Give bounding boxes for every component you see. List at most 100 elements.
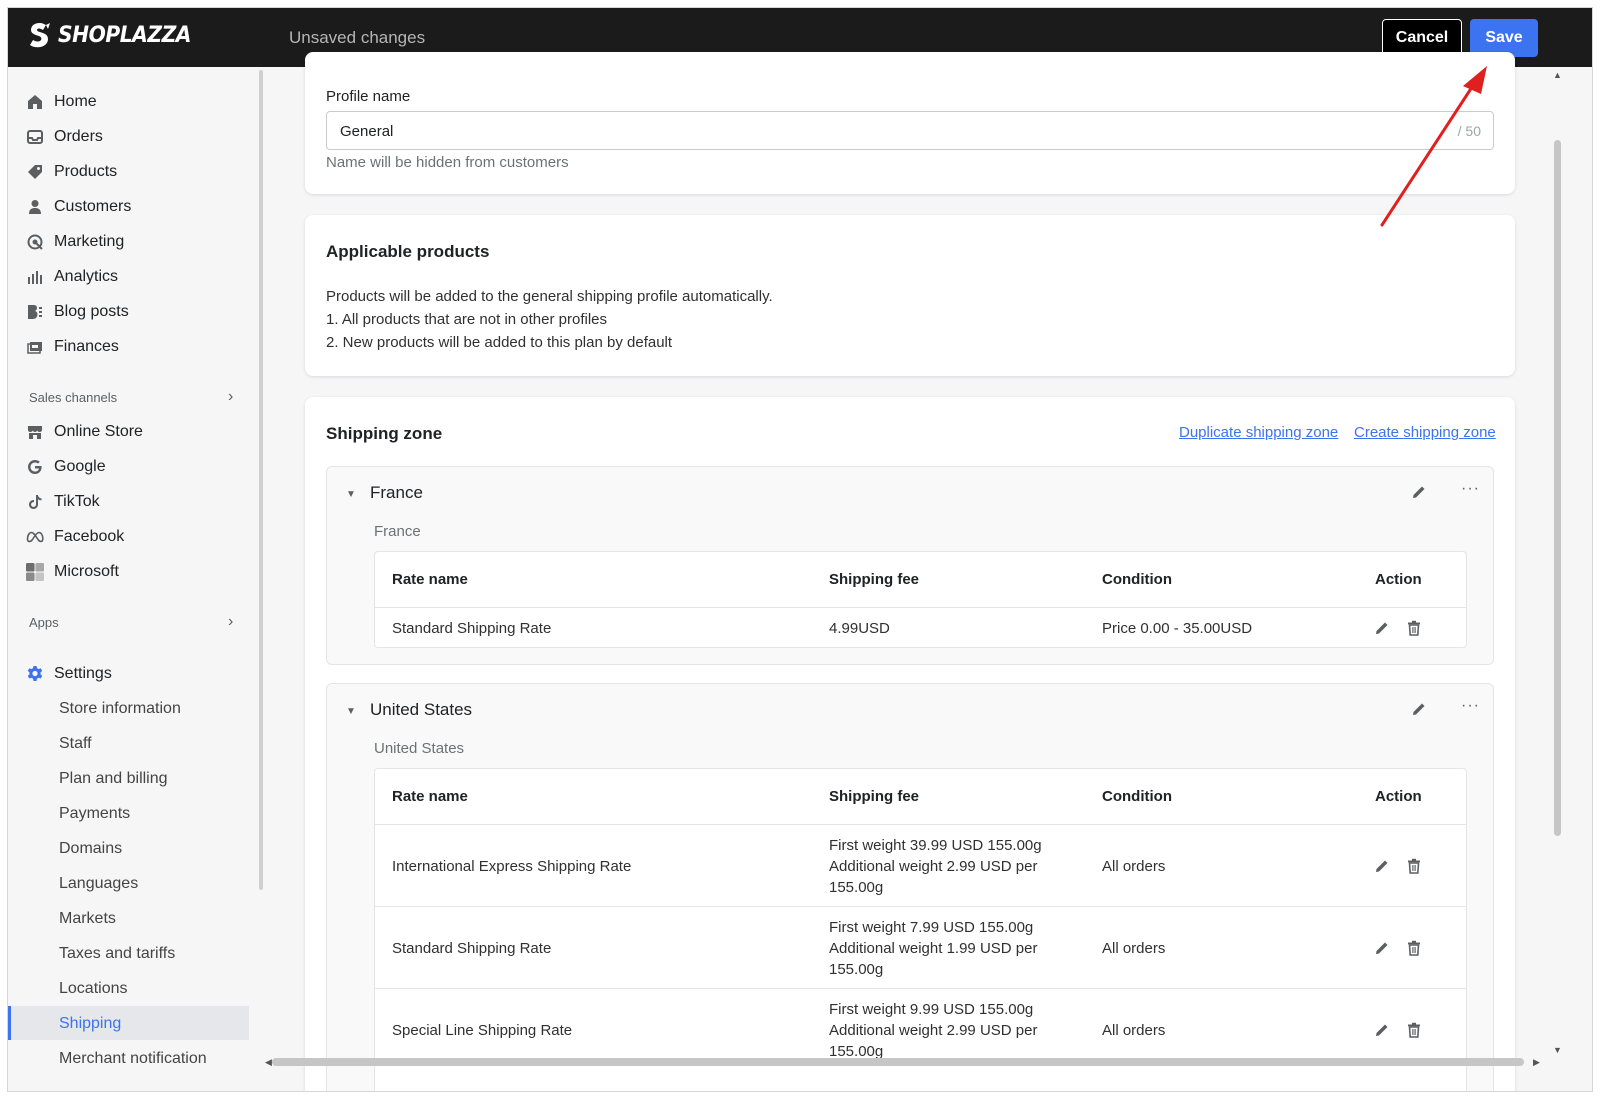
apps-heading[interactable]: Apps bbox=[29, 615, 59, 630]
sidebar-item-customers[interactable]: Customers bbox=[26, 193, 131, 221]
sidebar-item-label: Orders bbox=[54, 128, 103, 145]
profile-name-card: Profile name General / 50 Name will be h… bbox=[305, 52, 1515, 194]
inbox-icon bbox=[26, 128, 44, 146]
character-counter: / 50 bbox=[1457, 123, 1481, 139]
edit-rate-icon[interactable] bbox=[1374, 940, 1390, 956]
more-options-icon[interactable]: ··· bbox=[1461, 697, 1480, 715]
target-icon bbox=[26, 233, 44, 251]
sidebar-item-marketing[interactable]: Marketing bbox=[26, 228, 124, 256]
scroll-down-arrow-icon[interactable]: ▼ bbox=[1553, 1045, 1562, 1055]
profile-name-help: Name will be hidden from customers bbox=[326, 154, 569, 171]
tiktok-icon bbox=[26, 493, 44, 511]
sidebar-scrollbar[interactable] bbox=[259, 70, 263, 890]
chevron-right-icon[interactable]: › bbox=[228, 613, 233, 631]
sidebar-item-label: Blog posts bbox=[54, 303, 129, 320]
vertical-scrollbar[interactable] bbox=[1554, 140, 1561, 836]
caret-down-icon[interactable]: ▼ bbox=[346, 489, 356, 500]
more-options-icon[interactable]: ··· bbox=[1461, 480, 1480, 498]
settings-item-locations[interactable]: Locations bbox=[59, 980, 128, 998]
scroll-left-arrow-icon[interactable]: ◀ bbox=[265, 1057, 272, 1068]
table-row: International Express Shipping Rate Firs… bbox=[375, 824, 1466, 906]
settings-item-shipping[interactable]: Shipping bbox=[59, 1015, 121, 1033]
edit-rate-icon[interactable] bbox=[1374, 620, 1390, 636]
sidebar-item-settings[interactable]: Settings bbox=[26, 660, 112, 688]
delete-rate-icon[interactable] bbox=[1406, 1022, 1422, 1038]
delete-rate-icon[interactable] bbox=[1406, 858, 1422, 874]
column-header-shipping-fee: Shipping fee bbox=[829, 788, 919, 805]
sidebar-item-online-store[interactable]: Online Store bbox=[26, 418, 143, 446]
sidebar-item-tiktok[interactable]: TikTok bbox=[26, 488, 100, 516]
sidebar-item-label: Settings bbox=[54, 665, 112, 682]
settings-item-taxes-and-tariffs[interactable]: Taxes and tariffs bbox=[59, 945, 175, 963]
caret-down-icon[interactable]: ▼ bbox=[346, 706, 356, 717]
store-icon bbox=[26, 423, 44, 441]
zone-countries: France bbox=[374, 523, 421, 540]
edit-rate-icon[interactable] bbox=[1374, 1022, 1390, 1038]
brand-logo[interactable]: SHOPLAZZA bbox=[28, 22, 203, 48]
brand-name: SHOPLAZZA bbox=[58, 22, 191, 48]
fee-line: First weight 39.99 USD 155.00g bbox=[829, 837, 1042, 854]
horizontal-scrollbar[interactable] bbox=[272, 1058, 1524, 1066]
pencil-icon[interactable] bbox=[1411, 484, 1427, 500]
rate-name: International Express Shipping Rate bbox=[392, 858, 632, 875]
profile-name-input[interactable]: General / 50 bbox=[326, 111, 1494, 150]
applicable-products-title: Applicable products bbox=[326, 242, 490, 261]
zone-name: France bbox=[370, 483, 423, 502]
app-window: SHOPLAZZA Unsaved changes Cancel Save Ho… bbox=[7, 7, 1593, 1092]
column-header-shipping-fee: Shipping fee bbox=[829, 571, 919, 588]
table-row: Standard Shipping Rate 4.99USD Price 0.0… bbox=[375, 607, 1466, 648]
sidebar-item-label: Facebook bbox=[54, 528, 125, 545]
delete-rate-icon[interactable] bbox=[1406, 940, 1422, 956]
delete-rate-icon[interactable] bbox=[1406, 620, 1422, 636]
unsaved-changes-text: Unsaved changes bbox=[289, 28, 426, 47]
create-shipping-zone-link[interactable]: Create shipping zone bbox=[1354, 424, 1496, 441]
column-header-condition: Condition bbox=[1102, 788, 1172, 805]
rate-name: Special Line Shipping Rate bbox=[392, 1022, 573, 1039]
sidebar-item-label: Finances bbox=[54, 338, 119, 355]
edit-rate-icon[interactable] bbox=[1374, 858, 1390, 874]
sidebar-item-facebook[interactable]: Facebook bbox=[26, 523, 124, 551]
duplicate-shipping-zone-link[interactable]: Duplicate shipping zone bbox=[1179, 424, 1338, 441]
shipping-fee: 4.99USD bbox=[829, 620, 890, 637]
rate-name: Standard Shipping Rate bbox=[392, 940, 552, 957]
scroll-right-arrow-icon[interactable]: ▶ bbox=[1533, 1057, 1540, 1068]
sidebar-item-blog-posts[interactable]: Blog posts bbox=[26, 298, 129, 326]
sidebar-item-google[interactable]: Google bbox=[26, 453, 106, 481]
settings-item-staff[interactable]: Staff bbox=[59, 735, 92, 753]
rate-condition: All orders bbox=[1102, 1022, 1166, 1039]
pencil-icon[interactable] bbox=[1411, 701, 1427, 717]
sidebar-item-finances[interactable]: Finances bbox=[26, 333, 119, 361]
fee-line: Additional weight 2.99 USD per bbox=[829, 1022, 1038, 1039]
sidebar-item-label: Analytics bbox=[54, 268, 119, 285]
settings-item-store-information[interactable]: Store information bbox=[59, 700, 181, 718]
rate-condition: All orders bbox=[1102, 940, 1166, 957]
sidebar-item-label: Home bbox=[54, 93, 97, 110]
column-header-action: Action bbox=[1375, 788, 1422, 805]
scroll-up-arrow-icon[interactable]: ▲ bbox=[1553, 70, 1562, 80]
shipping-fee: First weight 9.99 USD 155.00g Additional… bbox=[829, 999, 1037, 1062]
shipping-zone-card: Shipping zone Duplicate shipping zone Cr… bbox=[305, 397, 1515, 1091]
sidebar-item-orders[interactable]: Orders bbox=[26, 123, 103, 151]
settings-item-payments[interactable]: Payments bbox=[59, 805, 130, 823]
settings-item-languages[interactable]: Languages bbox=[59, 875, 138, 893]
settings-item-merchant-notification[interactable]: Merchant notification bbox=[59, 1050, 207, 1068]
sidebar-item-microsoft[interactable]: Microsoft bbox=[26, 558, 119, 586]
meta-icon bbox=[26, 528, 44, 546]
rate-name: Standard Shipping Rate bbox=[392, 620, 552, 637]
table-row: Standard Shipping Rate First weight 7.99… bbox=[375, 906, 1466, 988]
fee-line: First weight 9.99 USD 155.00g bbox=[829, 1001, 1034, 1018]
sidebar-item-home[interactable]: Home bbox=[26, 88, 97, 116]
active-item-indicator bbox=[8, 1006, 11, 1040]
chevron-right-icon[interactable]: › bbox=[228, 388, 233, 406]
column-header-condition: Condition bbox=[1102, 571, 1172, 588]
applicable-line: Products will be added to the general sh… bbox=[326, 288, 773, 305]
sidebar-item-analytics[interactable]: Analytics bbox=[26, 263, 118, 291]
sidebar-item-products[interactable]: Products bbox=[26, 158, 117, 186]
rate-condition: All orders bbox=[1102, 858, 1166, 875]
settings-item-plan-and-billing[interactable]: Plan and billing bbox=[59, 770, 168, 788]
settings-item-markets[interactable]: Markets bbox=[59, 910, 116, 928]
shipping-zone-united-states: ▼ United States ··· United States Rate n… bbox=[326, 683, 1494, 1091]
zone-name: United States bbox=[370, 700, 473, 719]
settings-item-domains[interactable]: Domains bbox=[59, 840, 122, 858]
applicable-line: 1. All products that are not in other pr… bbox=[326, 311, 607, 328]
